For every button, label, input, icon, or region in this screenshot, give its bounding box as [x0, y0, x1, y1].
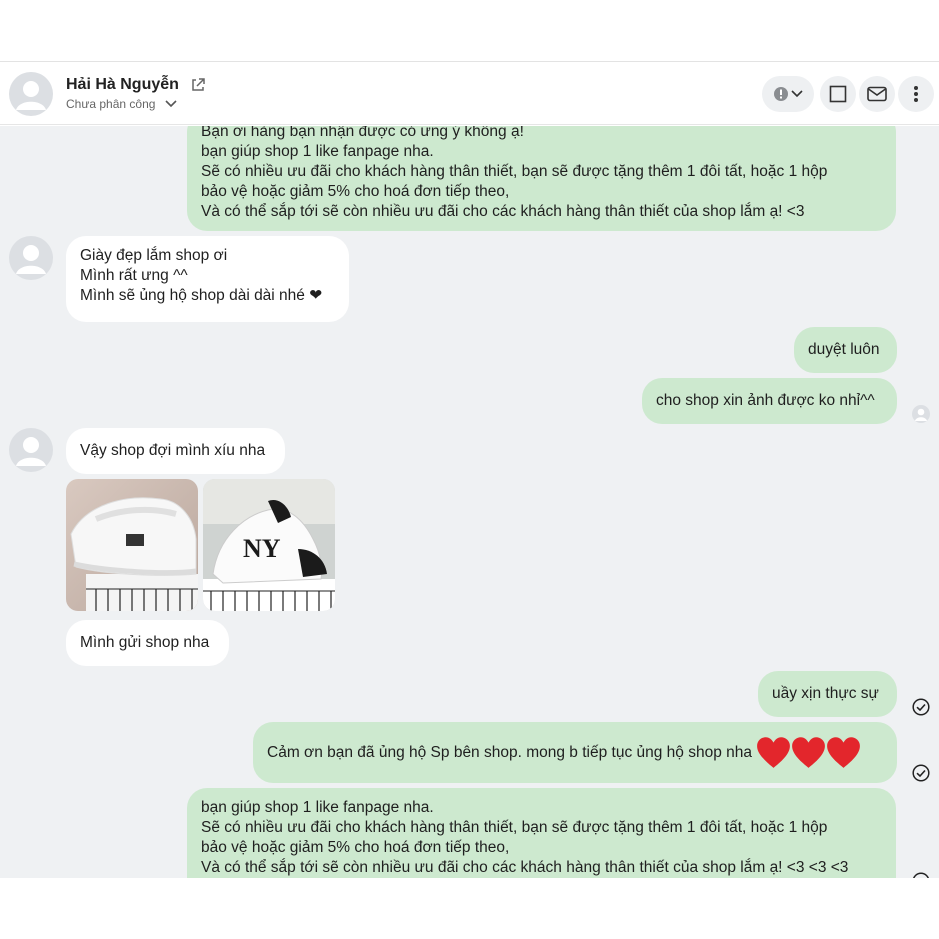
svg-text:NY: NY [243, 534, 281, 563]
check-circle-icon [912, 698, 930, 716]
square-icon [829, 85, 847, 103]
message-outgoing[interactable]: duyệt luôn [794, 327, 897, 373]
contact-name[interactable]: Hải Hà Nguyễn [66, 76, 179, 94]
message-list[interactable]: Bạn ơi hàng bạn nhận được có ưng ý không… [0, 126, 939, 878]
chevron-down-icon [791, 90, 803, 98]
mail-icon [867, 86, 887, 102]
seen-avatar-icon [912, 405, 930, 423]
more-options-button[interactable] [898, 76, 934, 112]
assign-dropdown[interactable]: Chưa phân công [66, 97, 178, 111]
info-icon [774, 87, 788, 101]
shoe-photo-1[interactable] [66, 479, 198, 611]
message-incoming[interactable]: Mình gửi shop nha [66, 620, 229, 666]
assign-label: Chưa phân công [66, 97, 156, 111]
shoe-photo-2[interactable]: NY [203, 479, 335, 611]
message-outgoing[interactable]: uầy xịn thực sự [758, 671, 897, 717]
avatar[interactable] [9, 236, 53, 280]
message-text: Cảm ơn bạn đã ủng hộ Sp bên shop. mong b… [267, 743, 752, 761]
conversation-header: Hải Hà Nguyễn Chưa phân công [0, 63, 939, 125]
message-incoming[interactable]: Vậy shop đợi mình xíu nha [66, 428, 285, 474]
mark-unread-button[interactable] [859, 76, 895, 112]
heart-icon [827, 737, 860, 768]
message-outgoing[interactable]: Bạn ơi hàng bạn nhận được có ưng ý không… [187, 126, 896, 231]
check-circle-icon [912, 764, 930, 782]
hearts-emoji [756, 736, 861, 769]
status-menu-button[interactable] [762, 76, 814, 112]
avatar[interactable] [9, 72, 53, 116]
heart-icon [792, 737, 825, 768]
mark-done-button[interactable] [820, 76, 856, 112]
message-outgoing[interactable]: bạn giúp shop 1 like fanpage nha. Sẽ có … [187, 788, 896, 878]
message-incoming[interactable]: Giày đẹp lắm shop ơi Mình rất ưng ^^ Mìn… [66, 236, 349, 322]
chevron-down-icon [165, 100, 178, 108]
message-outgoing[interactable]: cho shop xin ảnh được ko nhỉ^^ [642, 378, 897, 424]
bottom-margin [0, 878, 939, 939]
message-outgoing[interactable]: Cảm ơn bạn đã ủng hộ Sp bên shop. mong b… [253, 722, 897, 783]
top-margin [0, 0, 939, 62]
avatar[interactable] [9, 428, 53, 472]
heart-icon [757, 737, 790, 768]
external-link-icon[interactable] [190, 77, 206, 93]
more-vertical-icon [914, 86, 918, 102]
